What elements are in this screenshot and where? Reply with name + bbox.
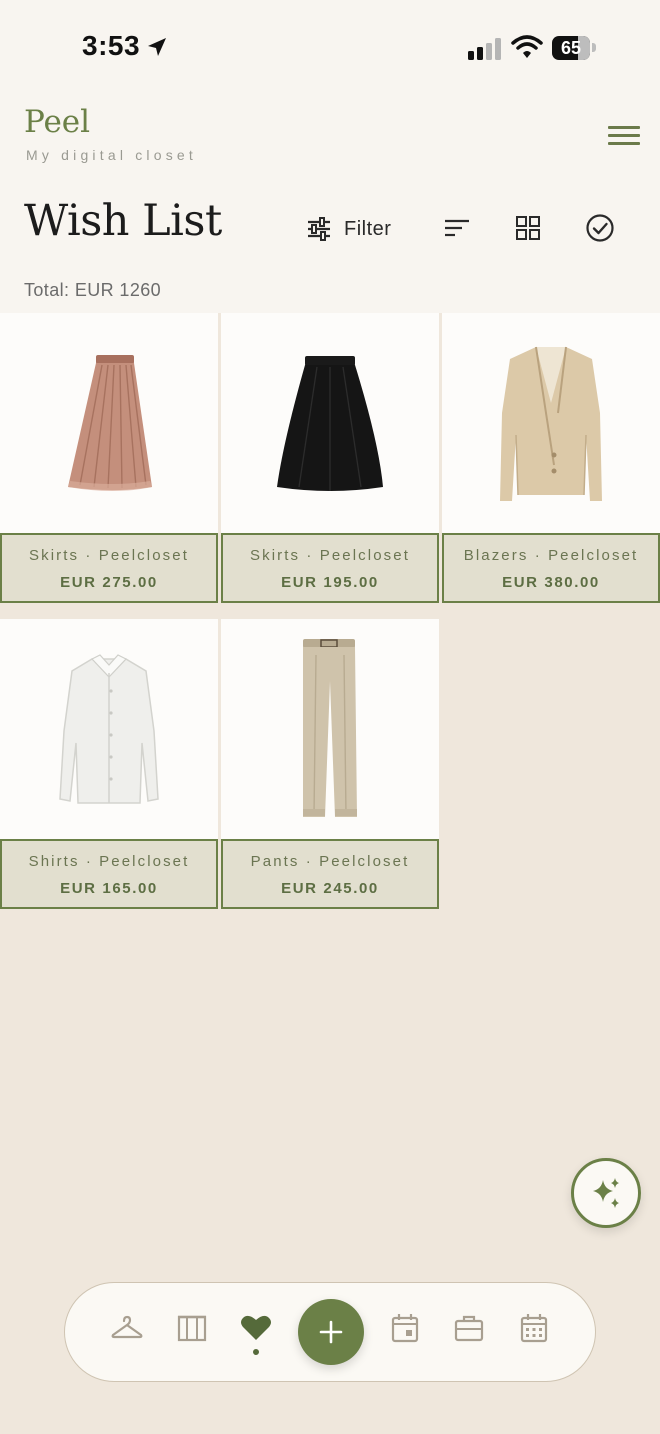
- wishlist-total: Total: EUR 1260: [24, 280, 162, 300]
- item-price: EUR 165.00: [60, 880, 158, 897]
- grid-view-icon[interactable]: [516, 216, 540, 240]
- battery-level: 65: [560, 38, 582, 58]
- suitcase-icon[interactable]: [454, 1314, 484, 1342]
- item-image: [442, 313, 660, 533]
- white-shirt-image: [59, 654, 159, 804]
- menu-line-icon: [608, 126, 640, 129]
- sliders-icon: [308, 217, 330, 241]
- item-price: EUR 245.00: [281, 880, 379, 897]
- app-logo-text: Peel: [24, 104, 91, 140]
- menu-line-icon: [608, 134, 640, 137]
- item-info: Pants · Peelcloset EUR 245.00: [221, 839, 439, 909]
- wishlist-item-card[interactable]: Shirts · Peelcloset EUR 165.00: [0, 619, 218, 909]
- menu-button[interactable]: [608, 126, 640, 148]
- item-category-store: Skirts · Peelcloset: [29, 547, 189, 564]
- battery-indicator: 65: [552, 36, 590, 60]
- battery-tip: [592, 43, 596, 52]
- item-image: [221, 313, 439, 533]
- active-indicator-dot: [253, 1349, 259, 1355]
- wishlist-item-card[interactable]: Pants · Peelcloset EUR 245.00: [221, 619, 439, 909]
- beige-trousers-image: [303, 639, 357, 817]
- filter-button[interactable]: Filter: [306, 214, 391, 244]
- black-skirt-image: [277, 356, 383, 491]
- select-check-icon[interactable]: [585, 213, 615, 243]
- wishlist-item-card[interactable]: Skirts · Peelcloset EUR 275.00: [0, 313, 218, 603]
- calendar-day-icon[interactable]: [391, 1313, 419, 1343]
- item-image: [221, 619, 439, 839]
- wishlist-item-card[interactable]: Blazers · Peelcloset EUR 380.00: [442, 313, 660, 603]
- sparkle-icon: [593, 1178, 619, 1208]
- ai-stylist-button[interactable]: [571, 1158, 641, 1228]
- status-bar: 3:53 65: [0, 0, 660, 96]
- location-arrow-icon: [148, 38, 166, 56]
- signal-icon: [468, 38, 501, 60]
- item-image: [0, 619, 218, 839]
- pleated-skirt-image: [68, 355, 152, 491]
- calendar-grid-icon[interactable]: [520, 1313, 548, 1343]
- page-title: Wish List: [24, 196, 222, 246]
- menu-line-icon: [608, 142, 640, 145]
- item-info: Skirts · Peelcloset EUR 275.00: [0, 533, 218, 603]
- beige-blazer-image: [500, 346, 602, 501]
- plus-icon: [319, 1320, 343, 1344]
- item-info: Skirts · Peelcloset EUR 195.00: [221, 533, 439, 603]
- item-price: EUR 275.00: [60, 574, 158, 591]
- item-category-store: Pants · Peelcloset: [250, 853, 410, 870]
- app-tagline: My digital closet: [26, 147, 197, 163]
- item-info: Shirts · Peelcloset EUR 165.00: [0, 839, 218, 909]
- item-price: EUR 380.00: [502, 574, 600, 591]
- heart-icon[interactable]: [240, 1313, 272, 1341]
- item-category-store: Shirts · Peelcloset: [28, 853, 190, 870]
- filter-label: Filter: [344, 217, 392, 240]
- add-item-button[interactable]: [298, 1299, 364, 1365]
- sort-icon[interactable]: [444, 218, 470, 238]
- hanger-icon[interactable]: [111, 1315, 143, 1341]
- item-image: [0, 313, 218, 533]
- item-category-store: Blazers · Peelcloset: [463, 547, 639, 564]
- wishlist-item-card[interactable]: Skirts · Peelcloset EUR 195.00: [221, 313, 439, 603]
- item-price: EUR 195.00: [281, 574, 379, 591]
- wardrobe-icon[interactable]: [177, 1313, 207, 1343]
- item-category-store: Skirts · Peelcloset: [250, 547, 410, 564]
- item-info: Blazers · Peelcloset EUR 380.00: [442, 533, 660, 603]
- wifi-icon: [511, 35, 543, 58]
- bottom-nav: [64, 1282, 596, 1382]
- status-time: 3:53: [82, 30, 141, 61]
